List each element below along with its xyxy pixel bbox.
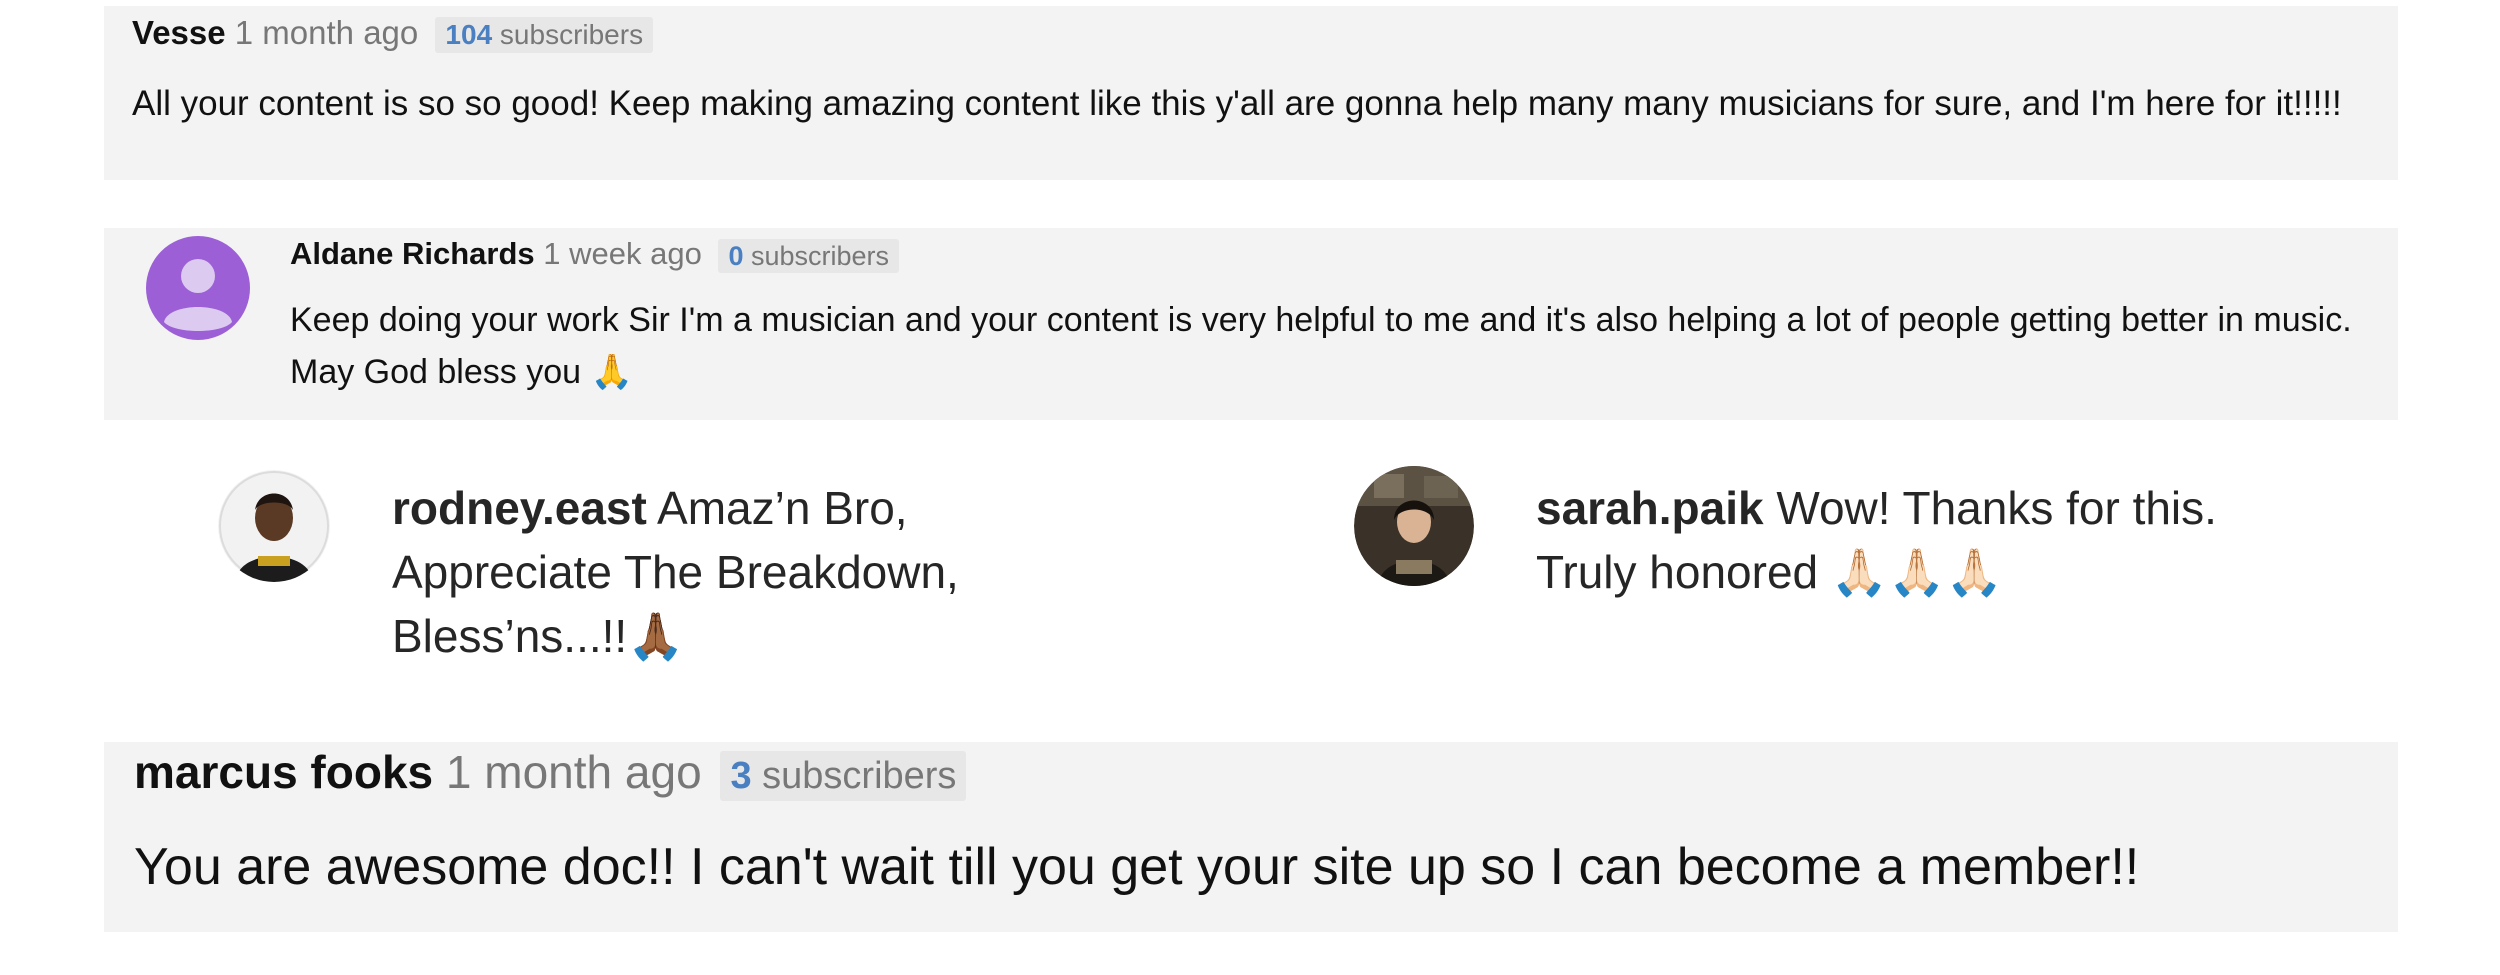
- subscriber-badge: 104 subscribers: [435, 17, 654, 54]
- comment-time[interactable]: 1 week ago: [543, 236, 702, 271]
- youtube-comment-aldane-richards: Aldane Richards 1 week ago 0 subscribers…: [104, 228, 2398, 420]
- comment-author[interactable]: Aldane Richards: [290, 236, 535, 271]
- comment-text: All your content is so so good! Keep mak…: [132, 84, 2342, 123]
- instagram-comment-text: rodney.east Amaz’n Bro, Appreciate The B…: [392, 476, 1112, 668]
- subscriber-count: 0: [728, 240, 744, 271]
- subscriber-label: subscribers: [762, 754, 957, 797]
- text-fade-overlay: [2276, 476, 2336, 604]
- comment-header: Aldane Richards 1 week ago 0 subscribers: [290, 236, 900, 273]
- profile-photo-avatar[interactable]: [1354, 466, 1474, 586]
- instagram-comment-rodney-east: rodney.east Amaz’n Bro, Appreciate The B…: [218, 470, 1118, 670]
- subscriber-label: subscribers: [750, 240, 890, 271]
- comment-header: Vesse 1 month ago 104 subscribers: [132, 14, 654, 54]
- subscriber-count: 3: [730, 754, 752, 797]
- comment-header: marcus fooks 1 month ago 3 subscribers: [134, 742, 967, 802]
- comment-text: Keep doing your work Sir I'm a musician …: [290, 301, 2352, 391]
- subscriber-label: subscribers: [499, 19, 644, 51]
- instagram-comment-text: sarah.paik Wow! Thanks for this. Truly h…: [1536, 476, 2336, 604]
- subscriber-count: 104: [445, 19, 493, 51]
- subscriber-badge: 3 subscribers: [720, 750, 967, 801]
- subscriber-badge: 0 subscribers: [718, 238, 900, 273]
- instagram-handle[interactable]: rodney.east: [392, 482, 647, 534]
- youtube-comment-marcus-fooks: marcus fooks 1 month ago 3 subscribers Y…: [104, 742, 2398, 932]
- comment-author[interactable]: Vesse: [132, 14, 226, 51]
- profile-photo-avatar[interactable]: [218, 470, 330, 582]
- instagram-handle[interactable]: sarah.paik: [1536, 482, 1764, 534]
- instagram-comment-sarah-paik: sarah.paik Wow! Thanks for this. Truly h…: [1354, 466, 2354, 616]
- comment-author[interactable]: marcus fooks: [134, 746, 433, 798]
- comment-time[interactable]: 1 month ago: [446, 746, 702, 798]
- comment-text: You are awesome doc!! I can't wait till …: [134, 838, 2140, 896]
- comment-time[interactable]: 1 month ago: [235, 14, 418, 51]
- youtube-comment-vesse: Vesse 1 month ago 104 subscribers All yo…: [104, 6, 2398, 180]
- user-avatar-icon[interactable]: [146, 236, 250, 340]
